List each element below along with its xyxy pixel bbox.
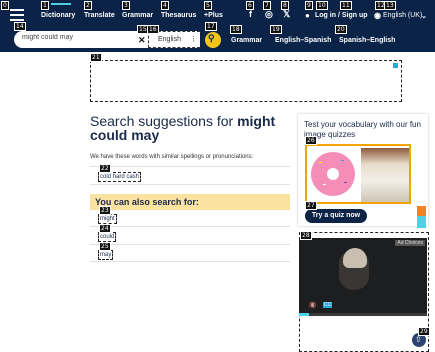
marker-label: 9	[305, 1, 313, 10]
divider	[90, 226, 290, 227]
sublink-grammar[interactable]: Grammar	[231, 37, 262, 44]
nav-thesaurus[interactable]: Thesaurus	[161, 12, 196, 19]
page-title: Search suggestions for might could may	[90, 113, 276, 143]
clear-search-button[interactable]: ✕	[138, 35, 146, 46]
marker-label: 25	[99, 242, 111, 251]
milkshake-image	[361, 148, 409, 202]
mute-icon[interactable]: 🔇	[309, 302, 316, 309]
divider	[90, 261, 290, 262]
marker-label: 14	[14, 22, 26, 31]
marker-label: 17	[205, 22, 217, 31]
search-icon: ⚲	[208, 33, 215, 43]
marker-label: 8	[281, 1, 289, 10]
also-search-link-could[interactable]: could	[98, 232, 117, 242]
facebook-icon[interactable]: f	[249, 9, 252, 19]
try-quiz-button[interactable]: Try a quiz now	[305, 209, 367, 223]
login-link[interactable]: Log in / Sign up	[315, 12, 368, 19]
quiz-heading[interactable]: Test your vocabulary with our fun image …	[304, 120, 424, 140]
sublink-spanish-english[interactable]: Spanish–English	[339, 37, 395, 44]
marker-label: 28	[300, 231, 312, 240]
nav-grammar[interactable]: Grammar	[122, 12, 153, 19]
suggestion-link[interactable]: cold hard cash	[98, 172, 142, 182]
video-figure-hair	[343, 248, 367, 268]
sublink-english-spanish[interactable]: English–Spanish	[275, 37, 331, 44]
marker-label: 22	[99, 164, 111, 173]
search-input[interactable]	[22, 34, 132, 41]
nav-dictionary[interactable]: Dictionary	[41, 12, 75, 19]
marker-label: 23	[99, 206, 111, 215]
ad-choices-label[interactable]: Ad Choices	[395, 240, 425, 246]
marker-label: 0	[1, 1, 9, 10]
ad-banner[interactable]	[90, 60, 402, 102]
donut-image	[311, 152, 355, 196]
top-nav: Dictionary Translate Grammar Thesaurus +…	[0, 0, 435, 28]
captions-icon[interactable]: CC	[323, 302, 333, 308]
marker-label: 11	[340, 1, 352, 10]
also-search-link-might[interactable]: might	[98, 214, 117, 224]
divider	[90, 184, 290, 185]
marker-label: 29	[418, 327, 430, 336]
divider	[90, 166, 290, 167]
marker-label: 2	[84, 1, 92, 10]
search-box	[14, 31, 148, 48]
marker-label: 18	[230, 25, 242, 34]
nav-plus[interactable]: +Plus	[204, 12, 223, 19]
menu-icon[interactable]	[10, 9, 24, 21]
marker-label: 3	[122, 1, 130, 10]
marker-label: 1	[41, 1, 49, 10]
globe-icon[interactable]: ◉	[374, 11, 381, 20]
x-icon[interactable]: 𝕏	[283, 9, 290, 20]
side-tab-orange[interactable]	[417, 206, 426, 216]
side-tab-cyan[interactable]	[417, 216, 426, 228]
marker-label: 5	[204, 1, 212, 10]
suggestions-intro: We have these words with similar spellin…	[90, 154, 254, 160]
also-search-link-may[interactable]: may	[98, 250, 114, 260]
marker-label: 7	[263, 1, 271, 10]
video-progress-bar[interactable]	[299, 313, 427, 316]
arrow-up-icon: ⇧	[415, 335, 422, 344]
marker-label: 24	[99, 224, 111, 233]
chevron-down-icon[interactable]: ⌄	[421, 12, 427, 20]
divider	[90, 244, 290, 245]
nav-translate[interactable]: Translate	[84, 12, 115, 19]
video-player[interactable]: Ad Choices 🔇 CC	[299, 238, 427, 314]
marker-label: 27	[305, 201, 317, 210]
marker-label: 16	[147, 25, 159, 34]
search-button[interactable]: ⚲	[205, 32, 221, 48]
quiz-image[interactable]	[305, 144, 411, 204]
video-progress-fill	[299, 313, 310, 316]
marker-label: 20	[335, 25, 347, 34]
instagram-icon[interactable]: ◎	[265, 9, 273, 20]
search-bar-row: ✕ English ⋮ ⚲ Grammar English–Spanish Sp…	[0, 28, 435, 52]
marker-label: 26	[305, 136, 317, 145]
marker-label: 6	[246, 1, 254, 10]
active-tab-indicator	[51, 3, 71, 5]
user-icon[interactable]: ●	[305, 11, 310, 20]
select-handle-icon: ⋮	[190, 36, 197, 43]
marker-label: 10	[316, 1, 328, 10]
marker-label: 13	[384, 1, 396, 10]
marker-label: 19	[270, 25, 282, 34]
also-search-heading-band: You can also search for:	[90, 194, 290, 210]
marker-label: 21	[90, 53, 102, 62]
ad-info-icon[interactable]	[393, 63, 398, 68]
marker-label: 4	[161, 1, 169, 10]
language-switcher[interactable]: English (UK)	[383, 12, 422, 19]
